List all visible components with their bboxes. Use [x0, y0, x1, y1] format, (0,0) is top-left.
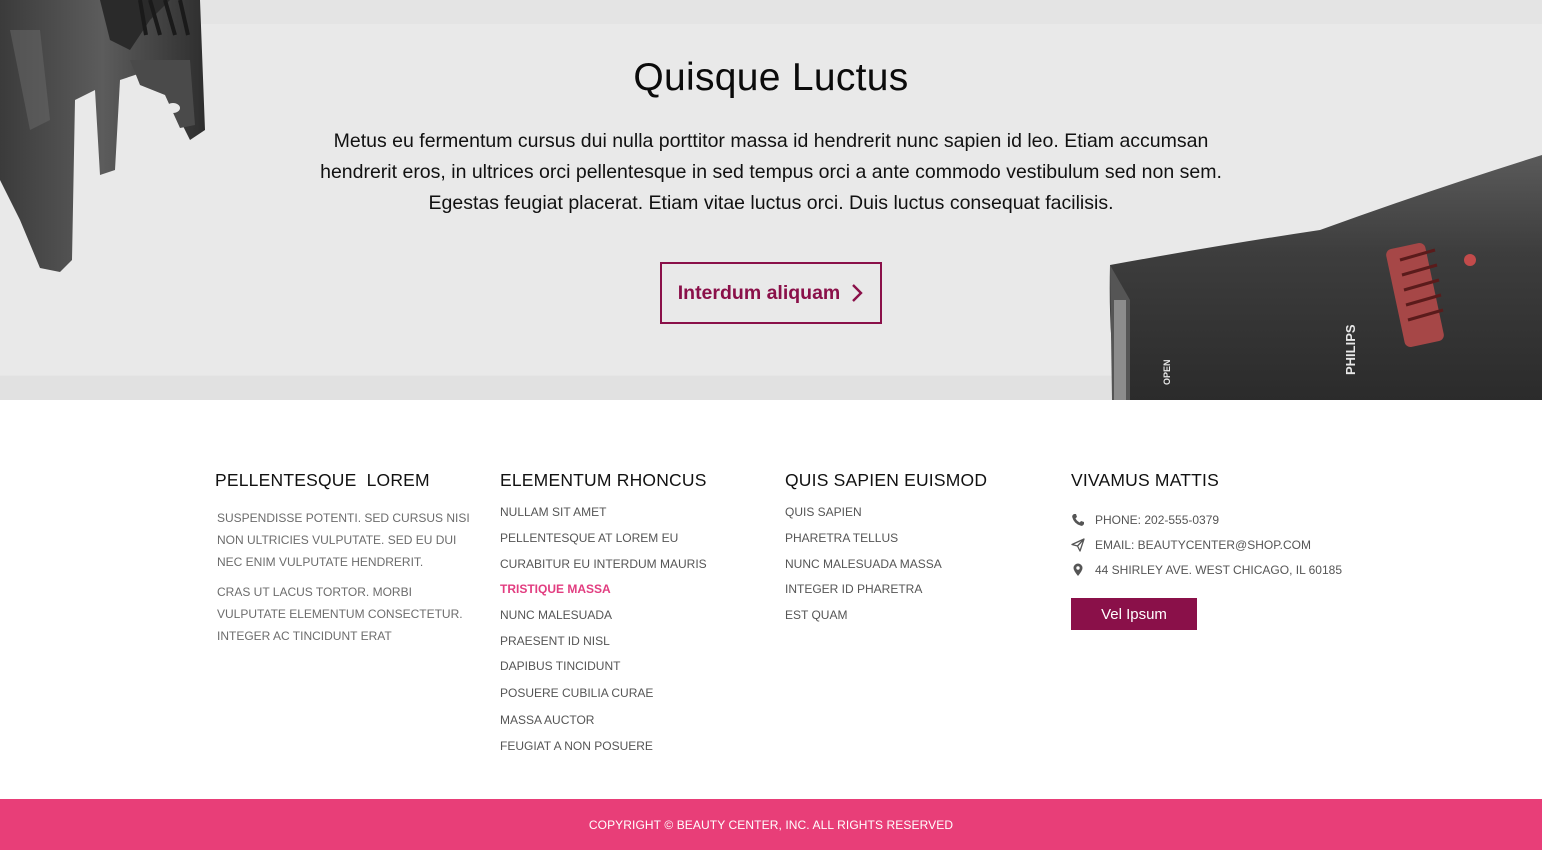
footer-about-paragraph: Suspendisse potenti. Sed cursus nisi non… [217, 511, 470, 569]
contact-address-text: 44 SHIRLEY AVE. WEST CHICAGO, IL 60185 [1095, 562, 1342, 577]
footer-link-item: PELLENTESQUE AT LOREM EU [500, 531, 760, 545]
footer-link[interactable]: EST QUAM [785, 608, 847, 622]
footer-link-item: NUNC MALESUADA MASSA [785, 557, 1045, 571]
hero-button-label: Interdum aliquam [677, 281, 841, 304]
footer-heading: QUIS SAPIEN EUISMOD [785, 470, 988, 490]
footer-link[interactable]: MASSA AUCTOR [500, 713, 594, 727]
footer-column-contact: VIVAMUS MATTIS PHONE: 202-555-0379 EMAIL… [1071, 470, 1371, 630]
footer-link[interactable]: TRISTIQUE MASSA [500, 582, 611, 596]
footer-link[interactable]: FEUGIAT A NON POSUERE [500, 739, 653, 753]
trimmer-open-label: OPEN [1162, 359, 1172, 385]
footer-link[interactable]: PRAESENT ID NISL [500, 634, 610, 648]
footer-link-item: FEUGIAT A NON POSUERE [500, 739, 760, 753]
footer-link-item: POSUERE CUBILIA CURAE [500, 686, 760, 700]
footer-link-list: QUIS SAPIEN PHARETRA TELLUS NUNC MALESUADA… [785, 505, 1045, 622]
copyright-text: COPYRIGHT © BEAUTY CENTER, INC. ALL RIGH… [588, 817, 954, 832]
footer-column-links: QUIS SAPIEN EUISMOD QUIS SAPIEN PHARETRA … [785, 470, 1045, 622]
footer-link[interactable]: PHARETRA TELLUS [785, 531, 898, 545]
footer-link-item: PRAESENT ID NISL [500, 634, 760, 648]
footer-link-item: NUNC MALESUADA [500, 608, 760, 622]
footer-link[interactable]: PELLENTESQUE AT LOREM EU [500, 531, 678, 545]
footer-link[interactable]: NUNC MALESUADA [500, 608, 612, 622]
phone-icon [1072, 513, 1084, 526]
footer-link[interactable]: POSUERE CUBILIA CURAE [500, 686, 653, 700]
footer-link-item: TRISTIQUE MASSA [500, 582, 760, 596]
footer-link[interactable]: NUNC MALESUADA MASSA [785, 557, 942, 571]
footer-heading: PELLENTESQUE LOREM [215, 470, 430, 490]
comb-attachment-image [0, 0, 205, 272]
footer-link-list: NULLAM SIT AMET PELLENTESQUE AT LOREM EU C… [500, 505, 760, 753]
contact-address: 44 SHIRLEY AVE. WEST CHICAGO, IL 60185 [1071, 557, 1371, 582]
footer-link-item: INTEGER ID PHARETRA [785, 582, 1045, 596]
hero-description: Metus eu fermentum cursus dui nulla port… [320, 130, 1222, 214]
contact-email-text[interactable]: EMAIL: BEAUTYCENTER@SHOP.COM [1095, 538, 1311, 552]
footer-heading: ELEMENTUM RHONCUS [500, 470, 707, 490]
contact-phone-text: PHONE: 202-555-0379 [1095, 512, 1220, 527]
chevron-right-icon [852, 284, 863, 302]
vel-ipsum-button[interactable]: Vel Ipsum [1071, 598, 1197, 630]
footer-link-item: PHARETRA TELLUS [785, 531, 1045, 545]
footer-link-item: NULLAM SIT AMET [500, 505, 760, 519]
map-pin-icon [1073, 563, 1083, 576]
copyright-bar: COPYRIGHT © BEAUTY CENTER, INC. ALL RIGH… [0, 799, 1542, 850]
footer-link[interactable]: DAPIBUS TINCIDUNT [500, 659, 620, 673]
footer-link[interactable]: CURABITUR EU INTERDUM MAURIS [500, 557, 707, 571]
footer-link-item: MASSA AUCTOR [500, 713, 760, 727]
footer-about-paragraph: Cras ut lacus tortor. Morbi vulputate el… [217, 585, 463, 643]
footer-link-item: CURABITUR EU INTERDUM MAURIS [500, 557, 760, 571]
footer-link[interactable]: NULLAM SIT AMET [500, 505, 606, 519]
trimmer-brand-label: PHILIPS [1343, 324, 1358, 375]
footer-link-item: QUIS SAPIEN [785, 505, 1045, 519]
footer-link[interactable]: QUIS SAPIEN [785, 505, 862, 519]
footer-heading: VIVAMUS MATTIS [1071, 470, 1219, 490]
footer-link[interactable]: INTEGER ID PHARETRA [785, 582, 922, 596]
hero-title: Quisque Luctus [633, 56, 909, 99]
footer-column-about: PELLENTESQUE LOREM Suspendisse potenti. … [215, 470, 475, 647]
interdum-aliquam-button[interactable]: Interdum aliquam [660, 262, 882, 324]
hero-top-band [0, 0, 1542, 24]
contact-email: EMAIL: BEAUTYCENTER@SHOP.COM [1071, 532, 1371, 557]
contact-list: PHONE: 202-555-0379 EMAIL: BEAUTYCENTER@… [1071, 507, 1371, 582]
hero-section: PHILIPS OPEN Quisque Luctus Metus eu fer… [0, 0, 1542, 400]
footer-link-item: EST QUAM [785, 608, 1045, 622]
contact-phone: PHONE: 202-555-0379 [1071, 507, 1371, 532]
footer-link-item: DAPIBUS TINCIDUNT [500, 659, 760, 673]
paper-plane-icon [1071, 537, 1085, 552]
footer-column-links: ELEMENTUM RHONCUS NULLAM SIT AMET PELLENT… [500, 470, 760, 753]
